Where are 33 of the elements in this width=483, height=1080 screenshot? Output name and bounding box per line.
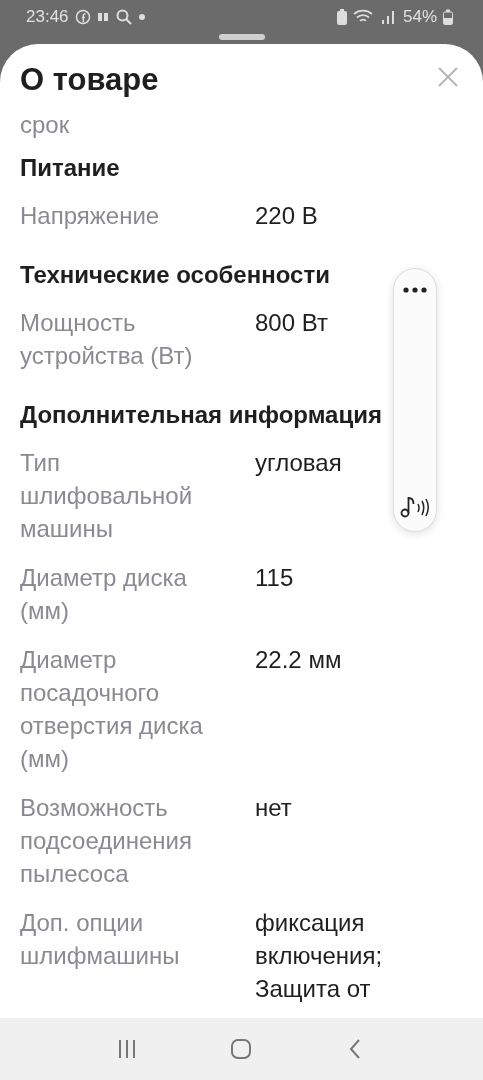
spec-label: срок: [20, 110, 71, 140]
drag-handle[interactable]: [218, 34, 265, 40]
spec-label: Напряжение: [20, 201, 161, 231]
spec-value: фиксация включения; Защита от: [255, 908, 384, 1004]
spec-label: Диаметр посадочного отверстия диска (мм): [20, 645, 204, 774]
pause-icon: [96, 11, 109, 23]
music-note-icon[interactable]: [400, 495, 430, 519]
spec-label: Диаметр диска (мм): [20, 563, 188, 626]
notification-dot-icon: [138, 14, 145, 20]
battery-icon: [443, 9, 453, 25]
spec-value: 220 В: [255, 201, 318, 231]
spec-label: Мощность устройства (Вт): [20, 308, 194, 371]
sheet-title: О товаре: [20, 62, 159, 98]
spec-value: нет: [255, 793, 292, 823]
close-button[interactable]: [437, 66, 459, 88]
spec-value: 115: [255, 563, 294, 593]
home-icon[interactable]: [230, 1038, 253, 1060]
spec-value: 22.2 мм: [255, 645, 342, 675]
search-icon: [114, 8, 133, 26]
section-heading: Технические особенности: [20, 260, 330, 290]
more-icon[interactable]: [403, 287, 427, 293]
spec-label: Возможность подсоединения пылесоса: [20, 793, 193, 889]
section-heading: Питание: [20, 153, 120, 183]
battery-percent: 54%: [402, 7, 437, 27]
spec-label: Тип шлифовальной машины: [20, 448, 194, 544]
spec-value: угловая: [255, 448, 342, 478]
spec-value: 800 Вт: [255, 308, 328, 338]
spec-label: Доп. опции шлифмашины: [20, 908, 181, 971]
signal-icon: [380, 10, 397, 24]
clock: 23:46: [26, 7, 69, 27]
facebook-icon: [74, 9, 91, 25]
battery-saver-icon: [336, 9, 347, 25]
section-heading: Дополнительная информация: [20, 400, 382, 430]
